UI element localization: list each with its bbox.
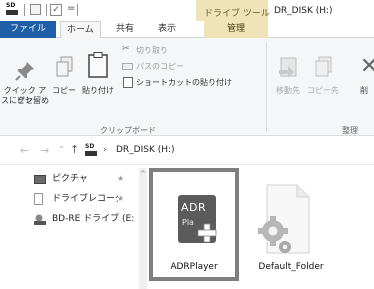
copy-icon	[56, 56, 73, 77]
pin-to-quick-access-button[interactable]: クイック アクセ スにピン留め	[0, 42, 50, 105]
pin-icon	[15, 62, 34, 81]
adr-icon-subtext: Pla	[182, 218, 194, 227]
qat-separator	[77, 4, 78, 16]
pin-label-line2: スにピン留め	[1, 96, 49, 105]
tab-view[interactable]: 表示	[152, 21, 182, 38]
drive-sd-icon: SD	[85, 144, 99, 158]
scroll-up-arrow[interactable]: ^	[140, 170, 146, 178]
copy-to-icon	[315, 56, 332, 77]
paste-shortcut-button[interactable]: ショートカットの貼り付け	[122, 76, 268, 90]
breadcrumb-path[interactable]: DR_DISK (H:)	[116, 145, 175, 155]
title-bar: SD ✓ = ドライブ ツール DR_DISK (H:)	[0, 0, 374, 21]
nav-item-label: ピクチャ	[52, 174, 88, 184]
qat-separator	[46, 4, 47, 16]
drive-sd-icon: SD	[6, 3, 20, 17]
ribbon-tabs: ファイル ホーム 共有 表示 管理	[0, 21, 374, 39]
qat-separator	[24, 4, 25, 16]
back-button[interactable]: ←	[20, 144, 29, 157]
copy-path-button[interactable]: パスのコピー	[122, 60, 222, 74]
tab-share[interactable]: 共有	[110, 21, 140, 38]
tab-home[interactable]: ホーム	[60, 21, 101, 39]
delete-label: 削	[360, 86, 368, 95]
pin-icon: ★	[117, 174, 125, 183]
paste-button[interactable]: 貼り付け	[80, 42, 116, 104]
cut-label: 切り取り	[136, 46, 168, 55]
move-to-icon	[279, 57, 297, 78]
file-item-label: Default_Folder	[258, 262, 324, 272]
pictures-icon	[34, 175, 46, 184]
recent-locations-button[interactable]: ⌄	[58, 141, 66, 151]
window-title: DR_DISK (H:)	[274, 6, 333, 16]
copy-path-label: パスのコピー	[136, 62, 184, 71]
forward-button[interactable]: →	[40, 144, 49, 157]
qat-customize-icon[interactable]: =	[67, 3, 75, 14]
group-divider	[266, 42, 267, 132]
delete-button[interactable]: ✕ 削	[358, 42, 374, 104]
organize-group-label: 整理	[342, 126, 358, 135]
scissors-icon: ✂	[122, 44, 130, 54]
qat-checkbox-icon[interactable]: ✓	[50, 4, 62, 16]
move-to-button[interactable]: 移動先	[272, 42, 304, 104]
copy-label: コピー	[52, 86, 76, 95]
up-button[interactable]: ↑	[70, 143, 79, 156]
nav-item-label: ドライブレコーダ-	[52, 194, 118, 204]
clipboard-icon	[88, 52, 108, 78]
paste-label: 貼り付け	[82, 86, 114, 95]
copy-to-button[interactable]: コピー先	[306, 42, 340, 104]
shortcut-icon	[123, 77, 133, 88]
file-icon	[34, 193, 43, 205]
plus-cross-icon	[197, 223, 217, 243]
tab-manage[interactable]: 管理	[204, 21, 268, 38]
address-bar: ← → ⌄ ↑ SD › DR_DISK (H:)	[0, 137, 374, 165]
copy-to-label: コピー先	[307, 86, 339, 95]
qat-properties-icon[interactable]	[30, 4, 41, 15]
optical-drive-icon	[34, 214, 46, 225]
nav-item-drive-recorder[interactable]: ドライブレコーダ- ★	[0, 190, 138, 208]
pin-icon: ★	[117, 194, 125, 203]
cut-button[interactable]: ✂ 切り取り	[122, 44, 222, 58]
nav-scrollbar[interactable]	[139, 168, 147, 289]
adr-icon-text: ADR	[181, 201, 207, 214]
nav-item-pictures[interactable]: ピクチャ ★	[0, 170, 138, 188]
delete-x-icon: ✕	[360, 54, 374, 79]
tab-file[interactable]: ファイル	[0, 21, 56, 38]
clipboard-group-label: クリップボード	[100, 126, 156, 135]
path-icon	[122, 63, 133, 70]
document-gear-icon	[258, 184, 310, 254]
file-item-label: ADRPlayer	[170, 262, 218, 272]
ribbon: クイック アクセ スにピン留め コピー 貼り付け ✂ 切り取り パスのコピー シ…	[0, 38, 374, 136]
breadcrumb-chevron[interactable]: ›	[103, 145, 107, 155]
copy-button[interactable]: コピー	[50, 42, 78, 104]
nav-item-bd-re-drive[interactable]: BD-RE ドライブ (E:	[0, 210, 138, 228]
paste-shortcut-label: ショートカットの貼り付け	[136, 78, 232, 87]
context-group-label: ドライブ ツール	[204, 9, 270, 19]
nav-item-label: BD-RE ドライブ (E:	[52, 214, 135, 224]
move-to-label: 移動先	[276, 86, 300, 95]
navigation-pane: ピクチャ ★ ドライブレコーダ- ★ BD-RE ドライブ (E:	[0, 166, 147, 289]
